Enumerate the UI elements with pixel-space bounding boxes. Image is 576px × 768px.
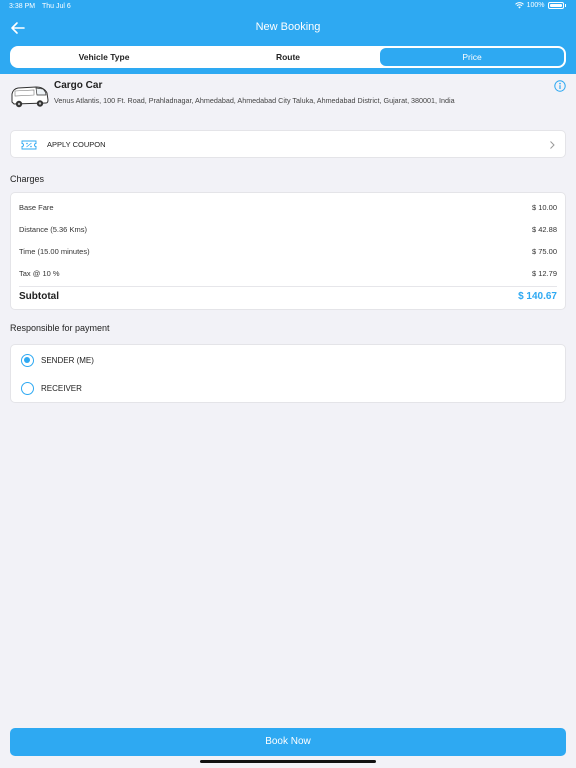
payment-heading: Responsible for payment bbox=[10, 323, 110, 333]
battery-cap bbox=[564, 4, 566, 7]
tab-vehicle-type[interactable]: Vehicle Type bbox=[12, 48, 196, 66]
charges-card: Base Fare $ 10.00 Distance (5.36 Kms) $ … bbox=[10, 192, 566, 310]
subtotal-value: $ 140.67 bbox=[518, 291, 557, 302]
charge-row-time: Time (15.00 minutes) $ 75.00 bbox=[19, 245, 557, 259]
status-indicators: 100% bbox=[514, 2, 566, 9]
radio-label-sender: SENDER (ME) bbox=[41, 356, 94, 365]
tab-price[interactable]: Price bbox=[380, 48, 564, 66]
home-indicator bbox=[200, 760, 376, 763]
charge-label: Tax @ 10 % bbox=[19, 269, 60, 278]
charges-divider bbox=[19, 286, 557, 287]
page-title: New Booking bbox=[255, 21, 321, 33]
info-icon[interactable] bbox=[554, 80, 566, 92]
status-time: 3:38 PM bbox=[9, 3, 36, 10]
payment-responsibility-card: SENDER (ME) RECEIVER bbox=[10, 344, 566, 403]
wifi-icon bbox=[514, 2, 524, 9]
charge-row-distance: Distance (5.36 Kms) $ 42.88 bbox=[19, 223, 557, 237]
subtotal-label: Subtotal bbox=[19, 291, 59, 302]
van-icon bbox=[11, 86, 49, 108]
charge-value: $ 12.79 bbox=[531, 269, 557, 278]
radio-button[interactable] bbox=[21, 382, 34, 395]
charges-heading: Charges bbox=[10, 174, 45, 184]
book-now-button[interactable]: Book Now bbox=[10, 728, 566, 756]
charge-value: $ 75.00 bbox=[531, 247, 557, 256]
charge-label: Distance (5.36 Kms) bbox=[19, 225, 87, 234]
booking-steps-tabs: Vehicle Type Route Price bbox=[10, 46, 566, 68]
status-bar: 3:38 PM Thu Jul 6 100% bbox=[0, 0, 576, 14]
chevron-right-icon bbox=[550, 141, 555, 149]
radio-button-selected[interactable] bbox=[21, 354, 34, 367]
charge-value: $ 42.88 bbox=[531, 225, 557, 234]
apply-coupon-button[interactable]: APPLY COUPON bbox=[10, 130, 566, 158]
radio-label-receiver: RECEIVER bbox=[41, 384, 82, 393]
charge-label: Base Fare bbox=[19, 203, 54, 212]
pickup-address: Venus Atlantis, 100 Ft. Road, Prahladnag… bbox=[54, 96, 455, 105]
tab-route[interactable]: Route bbox=[196, 48, 380, 66]
charge-value: $ 10.00 bbox=[531, 203, 557, 212]
vehicle-name: Cargo Car bbox=[54, 80, 103, 91]
battery-icon bbox=[547, 2, 564, 9]
charge-label: Time (15.00 minutes) bbox=[19, 247, 90, 256]
vehicle-summary: Cargo Car Venus Atlantis, 100 Ft. Road, … bbox=[10, 78, 566, 112]
status-date: Thu Jul 6 bbox=[42, 3, 71, 10]
charge-row-tax: Tax @ 10 % $ 12.79 bbox=[19, 267, 557, 281]
charge-row-base-fare: Base Fare $ 10.00 bbox=[19, 201, 557, 215]
subtotal-row: Subtotal $ 140.67 bbox=[19, 290, 557, 306]
battery-percent: 100% bbox=[526, 2, 545, 9]
coupon-ticket-icon bbox=[21, 140, 37, 150]
apply-coupon-label: APPLY COUPON bbox=[47, 140, 106, 149]
header: 3:38 PM Thu Jul 6 100% New Booking Vehic… bbox=[0, 0, 576, 74]
